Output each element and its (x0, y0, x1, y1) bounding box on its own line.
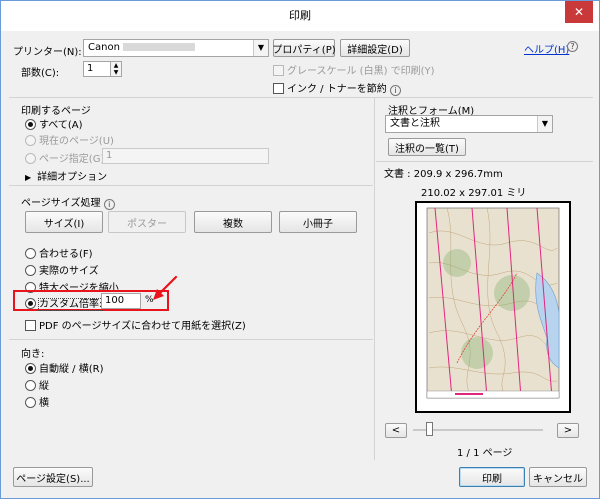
sizing-heading: ページサイズ処理 i (21, 194, 115, 210)
stepper-up-icon[interactable]: ▲ (111, 62, 121, 69)
fit-label: 合わせる(F) (39, 249, 93, 260)
help-icon[interactable]: ? (567, 41, 578, 52)
orient-portrait-label: 縦 (39, 381, 49, 392)
pages-current-radio[interactable] (25, 135, 36, 146)
actual-size-option[interactable]: 実際のサイズ (25, 262, 99, 277)
page-indicator: 1 / 1 ページ (457, 448, 513, 459)
actual-size-radio[interactable] (25, 265, 36, 276)
custom-scale-option[interactable]: カスタム倍率: (25, 295, 104, 311)
more-options-label: 詳細オプション (37, 172, 108, 183)
custom-scale-input[interactable]: 100 (101, 293, 141, 309)
summarize-comments-button[interactable]: 注釈の一覧(T) (388, 138, 466, 156)
printer-label: プリンター(N): (13, 47, 82, 58)
tab-size[interactable]: サイズ(I) (25, 211, 103, 233)
column-divider (374, 98, 375, 460)
pages-heading: 印刷するページ (21, 106, 91, 117)
map-preview-image (426, 207, 560, 399)
stepper-down-icon[interactable]: ▼ (111, 69, 121, 76)
print-preview (415, 201, 571, 413)
save-ink-option[interactable]: インク / トナーを節約 i (273, 80, 401, 96)
orient-portrait-radio[interactable] (25, 380, 36, 391)
pdf-paper-label: PDF のページサイズに合わせて用紙を選択(Z) (39, 321, 246, 332)
pages-range-radio[interactable] (25, 153, 36, 164)
comments-select[interactable]: 文書と注釈 ▼ (385, 115, 553, 133)
red-arrow-annotation (153, 275, 178, 300)
printer-name-redacted (123, 43, 196, 51)
orient-landscape-radio[interactable] (25, 397, 36, 408)
orient-auto-label: 自動縦 / 横(R) (39, 364, 104, 375)
print-button[interactable]: 印刷 (459, 467, 525, 487)
copies-label: 部数(C): (21, 68, 60, 79)
comments-selected: 文書と注釈 (390, 118, 440, 129)
pages-range-option[interactable]: ページ指定(G) (25, 150, 104, 165)
pdf-paper-option[interactable]: PDF のページサイズに合わせて用紙を選択(Z) (25, 317, 246, 332)
pages-all-radio[interactable] (25, 119, 36, 130)
divider (9, 97, 593, 98)
expand-arrow-icon: ▶ (25, 173, 32, 182)
cancel-button[interactable]: キャンセル (529, 467, 587, 487)
page-setup-button[interactable]: ページ設定(S)... (13, 467, 93, 487)
close-icon: ✕ (573, 5, 585, 19)
close-button[interactable]: ✕ (565, 1, 593, 23)
sizing-info-icon[interactable]: i (103, 199, 115, 210)
save-ink-label: インク / トナーを節約 (287, 84, 387, 95)
pages-all-label: すべて(A) (39, 120, 83, 131)
document-size: 文書 : 209.9 x 296.7mm (384, 169, 503, 180)
print-dialog: 印刷 ✕ プリンター(N): Canon ▼ プロパティ(P) 詳細設定(D) … (0, 0, 600, 499)
pages-range-label: ページ指定(G) (39, 154, 105, 165)
divider (9, 185, 373, 186)
title-bar: 印刷 ✕ (1, 1, 599, 31)
pages-all-option[interactable]: すべて(A) (25, 116, 83, 131)
divider (376, 161, 593, 162)
orient-auto-option[interactable]: 自動縦 / 横(R) (25, 360, 103, 375)
page-range-input[interactable]: 1 (102, 148, 269, 164)
grayscale-option[interactable]: グレースケール (白黒) で印刷(Y) (273, 62, 435, 77)
orient-landscape-option[interactable]: 横 (25, 394, 49, 409)
sizing-heading-label: ページサイズ処理 (21, 198, 101, 209)
pages-current-option[interactable]: 現在のページ(U) (25, 132, 114, 147)
grayscale-label: グレースケール (白黒) で印刷(Y) (287, 66, 435, 77)
save-ink-info-icon[interactable]: i (389, 85, 401, 96)
prev-page-button[interactable]: < (385, 423, 407, 438)
copies-stepper[interactable]: ▲ ▼ (110, 61, 122, 77)
fit-radio[interactable] (25, 248, 36, 259)
printer-select[interactable]: Canon ▼ (83, 39, 269, 57)
divider (9, 339, 373, 340)
orient-auto-radio[interactable] (25, 363, 36, 374)
custom-scale-radio[interactable] (25, 298, 36, 309)
pages-current-label: 現在のページ(U) (39, 136, 114, 147)
tab-poster[interactable]: ポスター (108, 211, 186, 233)
tab-booklet[interactable]: 小冊子 (279, 211, 357, 233)
dialog-title: 印刷 (289, 9, 311, 22)
paper-size: 210.02 x 297.01 ミリ (421, 188, 527, 199)
orientation-heading: 向き: (21, 349, 45, 360)
fit-option[interactable]: 合わせる(F) (25, 245, 93, 260)
orient-landscape-label: 横 (39, 398, 49, 409)
grayscale-checkbox[interactable] (273, 65, 284, 76)
more-options-toggle[interactable]: ▶ 詳細オプション (25, 168, 107, 183)
orient-portrait-option[interactable]: 縦 (25, 377, 49, 392)
actual-size-label: 実際のサイズ (39, 266, 99, 277)
tab-multiple[interactable]: 複数 (194, 211, 272, 233)
save-ink-checkbox[interactable] (273, 83, 284, 94)
chevron-down-icon: ▼ (253, 40, 268, 56)
printer-name: Canon (88, 42, 120, 53)
advanced-button[interactable]: 詳細設定(D) (340, 39, 410, 57)
page-slider-thumb[interactable] (426, 422, 433, 436)
help-link[interactable]: ヘルプ(H) (524, 41, 569, 56)
pdf-paper-checkbox[interactable] (25, 320, 36, 331)
chevron-down-icon: ▼ (537, 116, 552, 132)
properties-button[interactable]: プロパティ(P) (272, 39, 336, 57)
next-page-button[interactable]: > (557, 423, 579, 438)
copies-input[interactable]: 1 (83, 61, 111, 77)
custom-scale-label: カスタム倍率: (37, 298, 104, 311)
